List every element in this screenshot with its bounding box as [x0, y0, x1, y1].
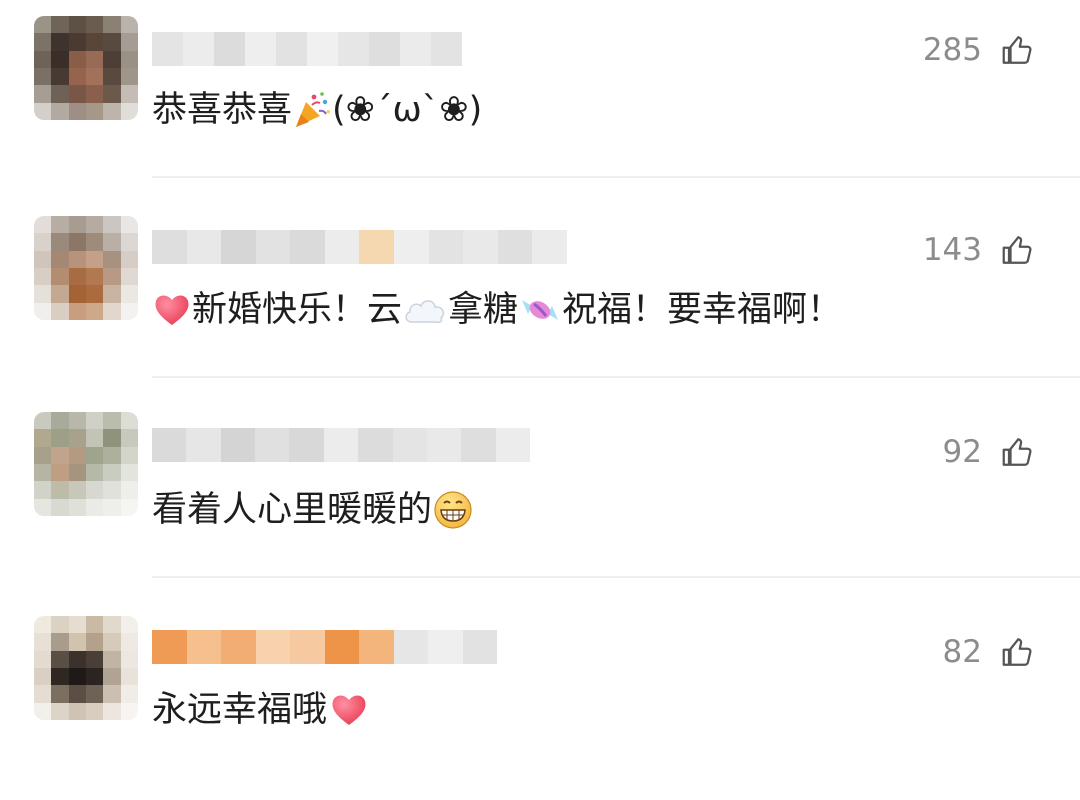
comment-item: 143 新婚快乐！云 拿糖 祝福！要幸福啊！ — [0, 200, 1080, 400]
comment-item: 82 永远幸福哦 — [0, 600, 1080, 800]
avatar[interactable] — [34, 216, 138, 320]
like-count: 82 — [942, 634, 982, 670]
comment-text-segment: 看着人心里暖暖的 — [152, 490, 433, 530]
comment-item: 285 恭喜恭喜 (❀´ω`❀) — [0, 0, 1080, 200]
comment-text-segment: 恭喜恭喜 — [152, 90, 293, 130]
comment-text: 看着人心里暖暖的 — [152, 488, 474, 532]
like-count: 143 — [922, 232, 982, 268]
like-count: 92 — [942, 434, 982, 470]
avatar[interactable] — [34, 616, 138, 720]
grinning-face-icon — [434, 491, 472, 529]
username-blurred[interactable] — [152, 428, 530, 462]
red-heart-icon — [332, 695, 366, 725]
comment-item: 92 看着人心里暖暖的 — [0, 400, 1080, 600]
thumbs-up-icon[interactable] — [1000, 232, 1036, 268]
thumbs-up-icon[interactable] — [1000, 634, 1036, 670]
comment-text-segment: 拿糖 — [448, 290, 519, 330]
username-blurred[interactable] — [152, 32, 462, 66]
comment-text-segment: 永远幸福哦 — [152, 690, 328, 730]
party-popper-icon — [296, 92, 331, 127]
avatar[interactable] — [34, 412, 138, 516]
like-count: 285 — [922, 32, 982, 68]
divider — [152, 576, 1080, 578]
divider — [152, 376, 1080, 378]
comment-text-segment: (❀´ω`❀) — [332, 90, 483, 130]
avatar[interactable] — [34, 16, 138, 120]
comment-text-segment: 祝福！要幸福啊！ — [562, 290, 843, 330]
cloud-icon — [405, 300, 445, 324]
comment-text-segment: 新婚快乐！云 — [192, 290, 403, 330]
red-heart-icon — [155, 295, 189, 325]
username-blurred[interactable] — [152, 630, 497, 664]
thumbs-up-icon[interactable] — [1000, 32, 1036, 68]
username-blurred[interactable] — [152, 230, 567, 264]
thumbs-up-icon[interactable] — [1000, 434, 1036, 470]
comment-text: 永远幸福哦 — [152, 688, 371, 732]
comment-text: 新婚快乐！云 拿糖 祝福！要幸福啊！ — [152, 288, 842, 332]
candy-icon — [522, 300, 559, 320]
comment-text: 恭喜恭喜 (❀´ω`❀) — [152, 88, 482, 132]
divider — [152, 176, 1080, 178]
